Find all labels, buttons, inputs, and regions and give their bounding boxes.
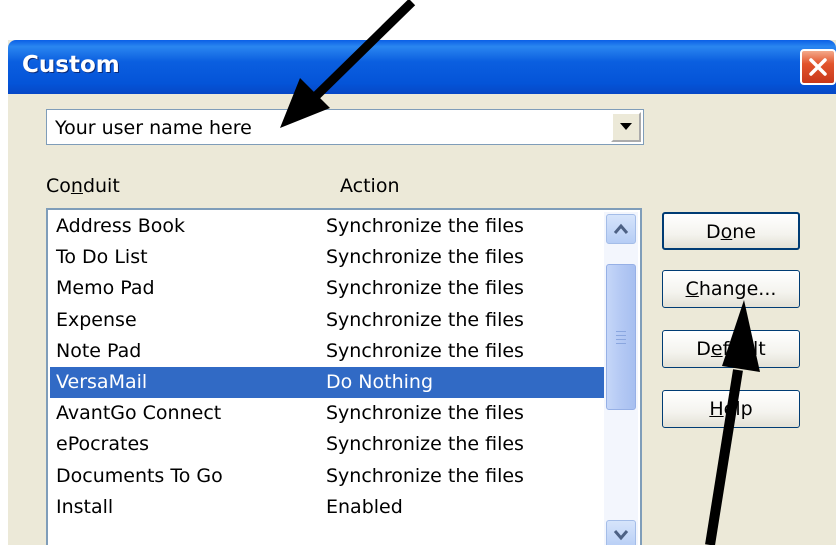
conduit-name: VersaMail xyxy=(56,371,148,393)
conduit-name: Memo Pad xyxy=(56,277,155,300)
conduit-action: Synchronize the files xyxy=(326,246,524,269)
list-item[interactable]: Documents To Go Synchronize the files xyxy=(50,461,610,492)
custom-dialog: Custom Your user name here Conduit Actio… xyxy=(8,40,836,545)
conduit-name: Documents To Go xyxy=(56,464,223,487)
action-column-header: Action xyxy=(340,175,400,197)
conduit-name: Expense xyxy=(56,308,137,331)
conduit-name: Address Book xyxy=(56,215,185,237)
chevron-down-icon xyxy=(613,530,629,541)
conduit-action: Synchronize the files xyxy=(326,339,524,362)
conduit-name: To Do List xyxy=(56,246,148,269)
list-item[interactable]: Address Book Synchronize the files xyxy=(50,211,610,242)
list-item[interactable]: Install Enabled xyxy=(50,492,610,523)
list-item[interactable]: Expense Synchronize the files xyxy=(50,305,610,336)
grip-line xyxy=(616,339,626,340)
close-x-icon xyxy=(809,58,827,76)
user-name-combo[interactable]: Your user name here xyxy=(46,109,644,145)
conduit-action: Enabled xyxy=(326,495,403,518)
conduit-action: Synchronize the files xyxy=(326,402,524,425)
change-button[interactable]: Change... xyxy=(662,270,800,308)
conduit-name: ePocrates xyxy=(56,433,150,456)
default-button[interactable]: Default xyxy=(662,330,800,368)
list-item[interactable]: Note Pad Synchronize the files xyxy=(50,336,610,367)
grip-line xyxy=(616,331,626,332)
list-item[interactable]: AvantGo Connect Synchronize the files xyxy=(50,398,610,429)
title-bar[interactable]: Custom xyxy=(8,40,836,94)
scroll-up-button[interactable] xyxy=(606,214,636,244)
conduit-list[interactable]: Address Book Synchronize the files To Do L… xyxy=(46,208,642,545)
list-item[interactable]: To Do List Synchronize the files xyxy=(50,242,610,273)
conduit-action: Synchronize the files xyxy=(326,433,524,456)
list-item[interactable]: Memo Pad Synchronize the files xyxy=(50,273,610,304)
conduit-name: Install xyxy=(56,495,114,518)
grip-line xyxy=(616,343,626,344)
conduit-action: Do Nothing xyxy=(326,371,434,393)
conduit-action: Synchronize the files xyxy=(326,464,524,487)
grip-line xyxy=(616,335,626,336)
scroll-thumb[interactable] xyxy=(606,264,636,410)
list-item[interactable]: ePocrates Synchronize the files xyxy=(50,429,610,460)
done-button[interactable]: Done xyxy=(662,212,800,250)
conduit-name: Note Pad xyxy=(56,339,142,362)
chevron-down-icon xyxy=(620,123,632,130)
conduit-column-header: Conduit xyxy=(46,175,120,197)
conduit-name: AvantGo Connect xyxy=(56,402,222,425)
conduit-action: Synchronize the files xyxy=(326,308,524,331)
vertical-scrollbar[interactable] xyxy=(604,212,638,545)
chevron-up-icon xyxy=(613,223,629,234)
list-item[interactable]: VersaMail Do Nothing xyxy=(50,367,610,398)
help-button[interactable]: Help xyxy=(662,390,800,428)
user-name-value: Your user name here xyxy=(55,117,252,139)
close-button[interactable] xyxy=(800,49,836,85)
combo-dropdown-button[interactable] xyxy=(611,112,641,142)
window-title: Custom xyxy=(22,52,120,78)
conduit-action: Synchronize the files xyxy=(326,215,524,237)
conduit-action: Synchronize the files xyxy=(326,277,524,300)
scroll-down-button[interactable] xyxy=(606,520,636,545)
